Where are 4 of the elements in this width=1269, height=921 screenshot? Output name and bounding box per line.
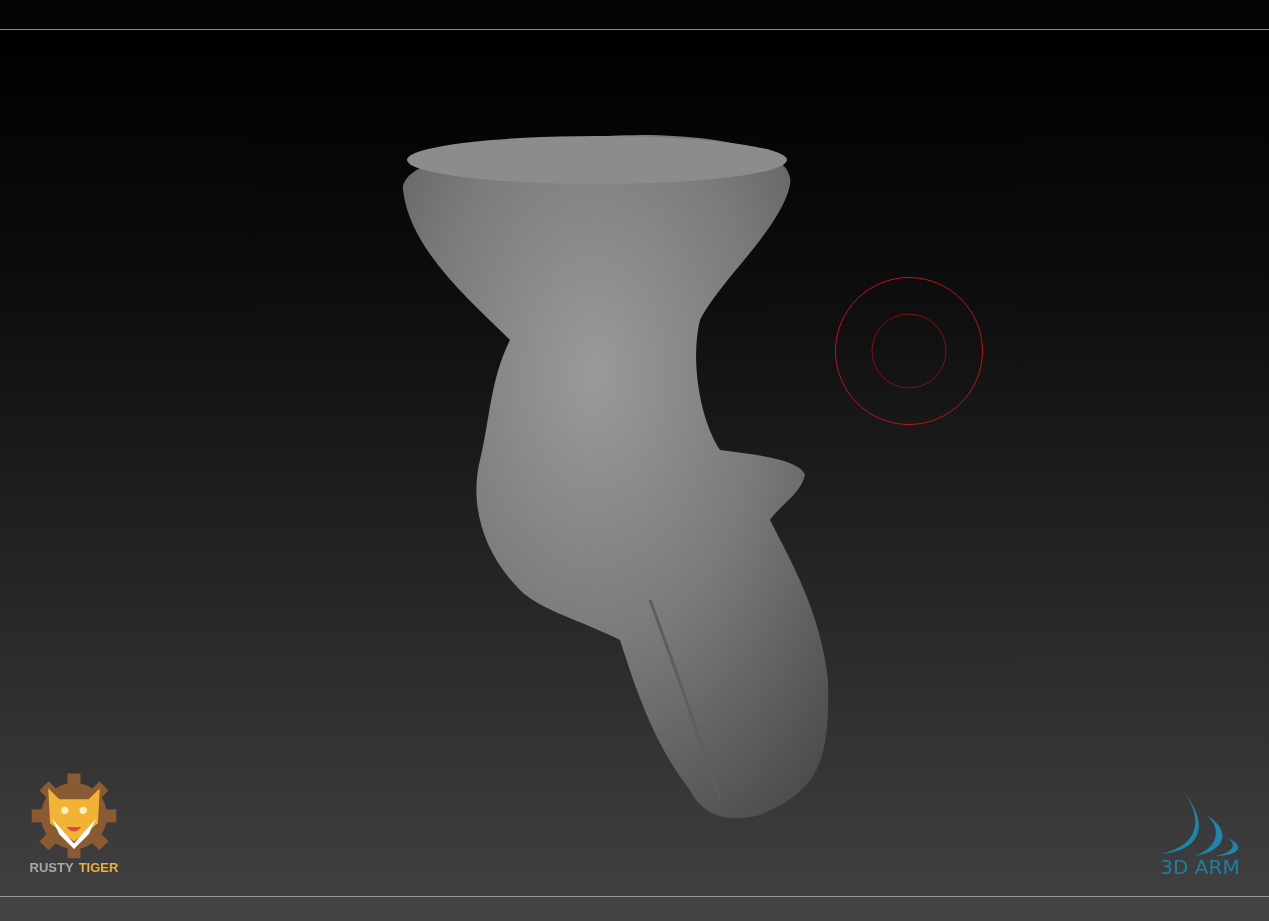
brand-name: TIGER xyxy=(78,860,119,875)
brush-cursor-icon xyxy=(835,277,983,425)
brand-name: RUSTY xyxy=(29,860,74,875)
brand-name: 3D ARM xyxy=(1160,856,1240,878)
